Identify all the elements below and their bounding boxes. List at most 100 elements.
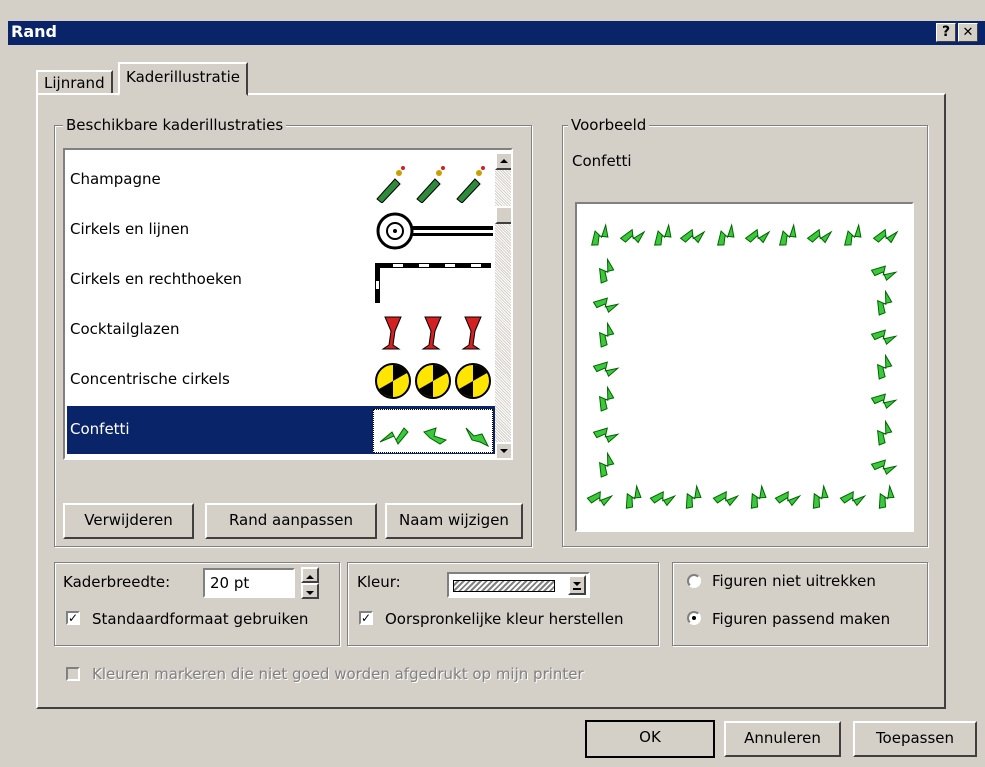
- preview-name: Confetti: [572, 152, 632, 170]
- art-listbox[interactable]: Champagne Cirkels en lijnen Cirkels en r…: [63, 148, 513, 460]
- confetti-border-preview: [586, 223, 899, 509]
- customize-border-label: Rand aanpassen: [228, 511, 354, 529]
- confetti-piece: [878, 484, 895, 509]
- circles-lines-icon: [373, 209, 493, 253]
- confetti-piece: [779, 223, 797, 246]
- list-item-label: Concentrische cirkels: [70, 370, 230, 388]
- mark-colors-checkbox: [66, 667, 80, 681]
- confetti-piece: [717, 223, 735, 246]
- confetti-piece: [586, 490, 614, 507]
- confetti-piece: [877, 289, 893, 316]
- confetti-piece: [870, 393, 898, 410]
- delete-button[interactable]: Verwijderen: [63, 503, 194, 539]
- cocktail-glass-icon: [373, 309, 493, 353]
- no-stretch-label: Figuren niet uitrekken: [712, 572, 876, 590]
- cancel-button[interactable]: Annuleren: [724, 721, 841, 757]
- confetti-piece: [599, 321, 615, 348]
- list-item[interactable]: Cirkels en rechthoeken: [67, 256, 495, 306]
- confetti-piece: [649, 490, 677, 507]
- tab-lijnrand-label: Lijnrand: [44, 74, 105, 92]
- color-dropdown[interactable]: [447, 572, 590, 598]
- confetti-piece: [654, 223, 672, 246]
- customize-border-button[interactable]: Rand aanpassen: [205, 503, 377, 539]
- confetti-piece: [592, 297, 620, 314]
- list-item-label: Champagne: [70, 170, 161, 188]
- confetti-piece: [750, 484, 767, 509]
- confetti-piece: [619, 228, 646, 244]
- confetti-piece: [625, 484, 642, 509]
- fit-shapes-label: Figuren passend maken: [712, 610, 891, 628]
- default-size-checkbox[interactable]: ✓: [66, 611, 80, 625]
- scroll-thumb[interactable]: [495, 206, 511, 224]
- list-item[interactable]: Cocktailglazen: [67, 306, 495, 356]
- available-art-legend: Beschikbare kaderillustraties: [63, 116, 287, 134]
- list-item-label: Cirkels en rechthoeken: [70, 270, 242, 288]
- mark-colors-label: Kleuren markeren die niet goed worden af…: [92, 665, 584, 683]
- color-swatch: [453, 580, 555, 592]
- list-item[interactable]: Cirkels en lijnen: [67, 206, 495, 256]
- window-title: Rand: [11, 22, 57, 41]
- border-width-label: Kaderbreedte:: [63, 573, 171, 591]
- checkmark-icon: ✓: [361, 611, 372, 625]
- spin-down-button[interactable]: [301, 583, 319, 599]
- tab-kaderillustratie[interactable]: Kaderillustratie: [118, 62, 249, 96]
- preview-legend: Voorbeeld: [568, 116, 650, 134]
- border-width-spinner[interactable]: [301, 567, 319, 599]
- tab-lijnrand[interactable]: Lijnrand: [36, 70, 113, 95]
- confetti-piece: [712, 490, 740, 507]
- title-bar: Rand ? ✕: [8, 21, 985, 45]
- ok-button[interactable]: OK: [585, 720, 715, 758]
- preview-box: [575, 202, 914, 532]
- confetti-piece: [844, 223, 862, 246]
- border-width-value: 20 pt: [210, 574, 250, 592]
- color-label: Kleur:: [357, 573, 401, 591]
- restore-color-checkbox[interactable]: ✓: [359, 611, 373, 625]
- confetti-piece: [870, 265, 898, 282]
- confetti-piece: [599, 451, 615, 478]
- confetti-piece: [774, 490, 802, 507]
- confetti-piece: [812, 484, 829, 509]
- apply-button-label: Toepassen: [875, 729, 955, 747]
- confetti-piece: [872, 228, 899, 244]
- confetti-piece: [877, 353, 893, 380]
- border-dialog: Rand ? ✕ Lijnrand Kaderillustratie Besch…: [0, 0, 985, 767]
- confetti-piece: [592, 427, 620, 444]
- rename-button[interactable]: Naam wijzigen: [385, 503, 523, 539]
- close-button[interactable]: ✕: [958, 23, 978, 42]
- list-item-label: Cirkels en lijnen: [70, 220, 190, 238]
- restore-color-label: Oorspronkelijke kleur herstellen: [385, 610, 624, 628]
- champagne-bottle-icon: [373, 159, 493, 203]
- confetti-piece: [744, 228, 771, 244]
- fit-shapes-radio[interactable]: [687, 611, 701, 625]
- confetti-piece: [591, 223, 609, 246]
- tab-kaderillustratie-label: Kaderillustratie: [126, 68, 241, 86]
- list-item[interactable]: Concentrische cirkels: [67, 356, 495, 406]
- spin-up-button[interactable]: [301, 567, 319, 583]
- no-stretch-radio[interactable]: [687, 574, 701, 588]
- list-scrollbar[interactable]: [495, 152, 511, 458]
- dropdown-arrow-icon[interactable]: [568, 575, 586, 595]
- list-item-selected[interactable]: Confetti: [67, 406, 495, 454]
- confetti-piece: [679, 228, 706, 244]
- scroll-down-button[interactable]: [495, 442, 511, 458]
- checkmark-icon: ✓: [68, 611, 79, 625]
- confetti-piece: [592, 361, 620, 378]
- delete-button-label: Verwijderen: [84, 511, 173, 529]
- list-item-label: Confetti: [70, 420, 130, 438]
- confetti-piece: [685, 484, 702, 509]
- concentric-circles-icon: [373, 359, 493, 403]
- confetti-icon: [373, 409, 493, 453]
- border-width-input[interactable]: 20 pt: [203, 568, 295, 598]
- confetti-piece: [870, 459, 898, 476]
- confetti-piece: [839, 490, 867, 507]
- confetti-piece: [806, 228, 833, 244]
- scroll-up-button[interactable]: [495, 152, 511, 170]
- confetti-piece: [599, 385, 615, 412]
- ok-button-label: OK: [639, 728, 661, 746]
- list-item[interactable]: Champagne: [67, 156, 495, 206]
- help-button[interactable]: ?: [936, 23, 956, 42]
- confetti-piece: [877, 419, 893, 446]
- apply-button[interactable]: Toepassen: [853, 721, 977, 757]
- list-item-label: Cocktailglazen: [70, 320, 180, 338]
- confetti-piece: [870, 329, 898, 346]
